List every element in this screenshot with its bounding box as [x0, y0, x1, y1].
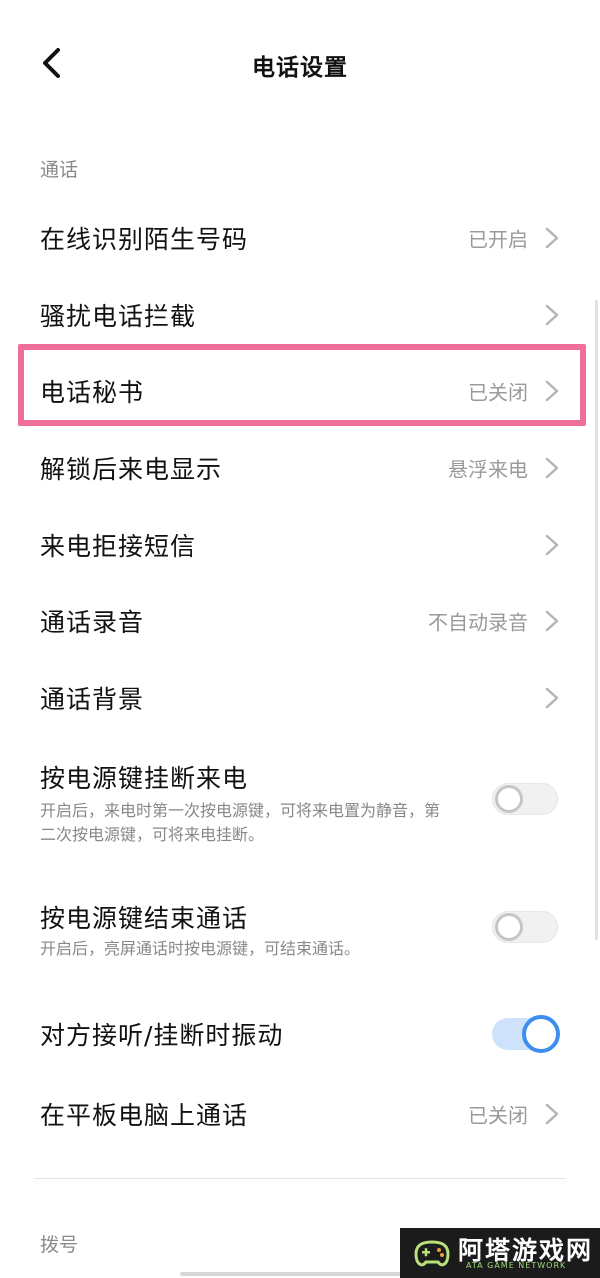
- header-bar: 电话设置: [0, 0, 600, 130]
- toggle-title: 按电源键挂断来电: [40, 764, 249, 793]
- row-call-recording[interactable]: 通话录音 不自动录音: [0, 583, 600, 659]
- row-label: 通话背景: [40, 685, 145, 714]
- row-value: 不自动录音: [428, 610, 528, 635]
- row-label: 骚扰电话拦截: [40, 302, 197, 331]
- row-label: 通话录音: [40, 608, 145, 637]
- section-header-dial: 拨号: [40, 1234, 79, 1256]
- power-key-decline-switch[interactable]: [492, 783, 558, 815]
- toggle-row-power-key-end-call: 按电源键结束通话 开启后，亮屏通话时按电源键，可结束通话。: [0, 895, 600, 965]
- row-call-secretary[interactable]: 电话秘书 已关闭: [0, 353, 600, 429]
- row-spam-call-block[interactable]: 骚扰电话拦截: [0, 277, 600, 353]
- row-incoming-call-display[interactable]: 解锁后来电显示 悬浮来电: [0, 430, 600, 506]
- chevron-right-icon: [545, 687, 559, 709]
- row-value: 已关闭: [468, 380, 528, 405]
- scrollbar[interactable]: [595, 300, 598, 940]
- chevron-right-icon: [545, 457, 559, 479]
- switch-knob: [522, 1015, 560, 1053]
- page-title: 电话设置: [252, 55, 348, 81]
- section-divider: [34, 1178, 566, 1179]
- switch-knob: [495, 913, 523, 941]
- row-label: 在线识别陌生号码: [40, 225, 249, 254]
- vibrate-on-answer-switch[interactable]: [492, 1015, 560, 1053]
- chevron-right-icon: [545, 534, 559, 556]
- row-label: 解锁后来电显示: [40, 455, 223, 484]
- chevron-right-icon: [545, 380, 559, 402]
- row-label: 在平板电脑上通话: [40, 1101, 249, 1130]
- row-call-background[interactable]: 通话背景: [0, 660, 600, 736]
- gamepad-icon: [414, 1240, 450, 1267]
- row-reject-sms[interactable]: 来电拒接短信: [0, 507, 600, 583]
- row-label: 电话秘书: [40, 378, 145, 407]
- toggle-row-vibrate-on-answer: 对方接听/挂断时振动: [0, 996, 600, 1072]
- power-key-end-call-switch[interactable]: [492, 911, 558, 943]
- chevron-right-icon: [545, 227, 559, 249]
- section-header-calls: 通话: [40, 159, 79, 181]
- toggle-title: 对方接听/挂断时振动: [40, 1021, 284, 1050]
- toggle-description: 开启后，来电时第一次按电源键，可将来电置为静音，第二次按电源键，可将来电挂断。: [40, 801, 441, 844]
- row-value: 已关闭: [468, 1103, 528, 1128]
- toggle-row-power-key-decline: 按电源键挂断来电 开启后，来电时第一次按电源键，可将来电置为静音，第二次按电源键…: [0, 755, 600, 855]
- row-value: 悬浮来电: [448, 457, 528, 482]
- chevron-right-icon: [545, 1103, 559, 1125]
- row-online-caller-id[interactable]: 在线识别陌生号码 已开启: [0, 200, 600, 276]
- toggle-title: 按电源键结束通话: [40, 904, 249, 933]
- chevron-right-icon: [545, 610, 559, 632]
- chevron-right-icon: [545, 304, 559, 326]
- watermark-logo: 阿塔游戏网 ATA GAME NETWORK: [400, 1228, 600, 1278]
- switch-knob: [495, 785, 523, 813]
- toggle-description: 开启后，亮屏通话时按电源键，可结束通话。: [40, 939, 361, 958]
- row-value: 已开启: [468, 227, 528, 252]
- row-label: 来电拒接短信: [40, 532, 197, 561]
- home-indicator[interactable]: [180, 1272, 420, 1276]
- row-tablet-calls[interactable]: 在平板电脑上通话 已关闭: [0, 1076, 600, 1152]
- watermark-subtext: ATA GAME NETWORK: [466, 1261, 567, 1270]
